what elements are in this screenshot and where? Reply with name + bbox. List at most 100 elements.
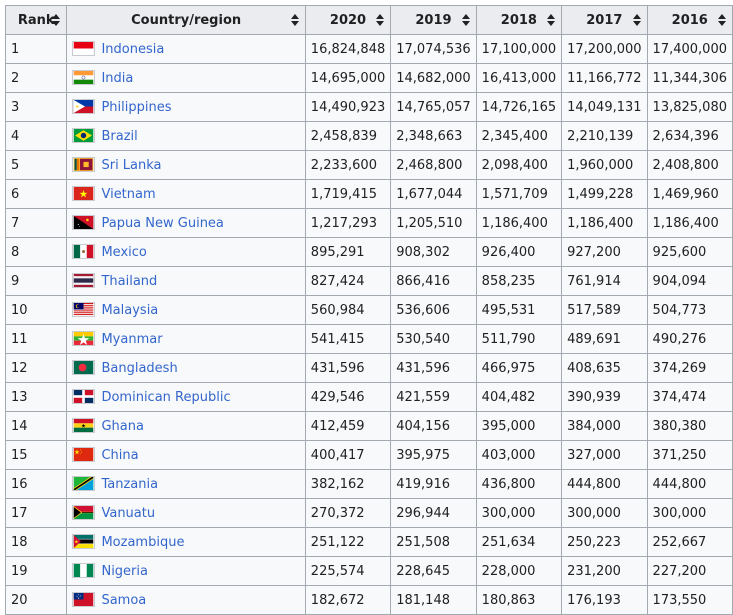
value-2018-cell: 436,800 (475, 469, 563, 499)
rank-cell: 10 (4, 295, 68, 325)
value-2020-cell: 400,417 (304, 440, 392, 470)
production-table: Rank Country/region 2020 2019 2018 2017 … (4, 5, 733, 615)
table-row: 2 India 14,695,000 14,682,000 16,413,000 11,1… (4, 63, 733, 93)
value-2020-cell: 541,415 (304, 324, 392, 354)
country-link[interactable]: Mexico (101, 245, 146, 260)
year-2019-column-header[interactable]: 2019 (390, 5, 477, 35)
value-2016-cell: 1,469,960 (646, 179, 733, 209)
table-row: 3 Philippines 14,490,923 14,765,057 14,726,1… (4, 92, 733, 122)
sort-icon (376, 14, 385, 26)
rank-cell: 8 (4, 237, 68, 267)
value-2019-cell: 17,074,536 (390, 34, 477, 64)
country-link[interactable]: Vietnam (101, 187, 155, 202)
table-row: 11 Myanmar 541,415 530,540 511,790 489,691 490… (4, 324, 733, 354)
country-link[interactable]: Philippines (101, 100, 171, 115)
value-2018-cell: 14,726,165 (475, 92, 563, 122)
rank-cell: 14 (4, 411, 68, 441)
value-2016-cell: 380,380 (646, 411, 733, 441)
country-cell: Samoa (66, 585, 306, 615)
country-cell: Ghana (66, 411, 306, 441)
value-2018-cell: 1,571,709 (475, 179, 563, 209)
country-link[interactable]: Mozambique (101, 535, 184, 550)
country-cell: Mozambique (66, 527, 306, 557)
thailand-flag-icon (72, 273, 96, 288)
country-link[interactable]: Ghana (101, 419, 144, 434)
rank-header-label: Rank (17, 12, 55, 28)
value-2019-cell: 419,916 (390, 469, 477, 499)
value-2019-cell: 866,416 (390, 266, 477, 296)
country-link[interactable]: India (101, 71, 133, 86)
bangladesh-flag-icon (72, 360, 96, 375)
country-link[interactable]: Nigeria (101, 564, 148, 579)
country-cell: Bangladesh (66, 353, 306, 383)
mozambique-flag-icon (72, 534, 96, 549)
value-2018-cell: 16,413,000 (475, 63, 563, 93)
country-cell: Brazil (66, 121, 306, 151)
year-2016-column-header[interactable]: 2016 (646, 5, 733, 35)
country-cell: Thailand (66, 266, 306, 296)
country-link[interactable]: Dominican Republic (101, 390, 230, 405)
mexico-flag-icon (72, 244, 96, 259)
nigeria-flag-icon (72, 563, 96, 578)
value-2017-cell: 517,589 (561, 295, 648, 325)
country-cell: Tanzania (66, 469, 306, 499)
value-2017-cell: 1,186,400 (561, 208, 648, 238)
value-2020-cell: 560,984 (304, 295, 392, 325)
rank-cell: 12 (4, 353, 68, 383)
country-link[interactable]: Thailand (101, 274, 157, 289)
value-2017-cell: 444,800 (561, 469, 648, 499)
country-link[interactable]: Sri Lanka (101, 158, 161, 173)
country-link[interactable]: Tanzania (101, 477, 158, 492)
value-2016-cell: 374,269 (646, 353, 733, 383)
country-column-header[interactable]: Country/region (66, 5, 306, 35)
vanuatu-flag-icon (72, 505, 96, 520)
rank-cell: 19 (4, 556, 68, 586)
year-2018-column-header[interactable]: 2018 (475, 5, 563, 35)
value-2020-cell: 412,459 (304, 411, 392, 441)
rank-cell: 4 (4, 121, 68, 151)
value-2019-cell: 2,468,800 (390, 150, 477, 180)
year-2017-column-header[interactable]: 2017 (561, 5, 648, 35)
country-link[interactable]: China (101, 448, 138, 463)
country-link[interactable]: Indonesia (101, 42, 164, 57)
country-header-label: Country/region (131, 12, 242, 28)
value-2017-cell: 761,914 (561, 266, 648, 296)
value-2020-cell: 251,122 (304, 527, 392, 557)
country-link[interactable]: Samoa (101, 593, 146, 608)
value-2016-cell: 252,667 (646, 527, 733, 557)
brazil-flag-icon (72, 128, 96, 143)
rank-cell: 5 (4, 150, 68, 180)
value-2016-cell: 13,825,080 (646, 92, 733, 122)
value-2019-cell: 296,944 (390, 498, 477, 528)
papua-new-guinea-flag-icon (72, 215, 96, 230)
year-2020-column-header[interactable]: 2020 (304, 5, 392, 35)
country-link[interactable]: Papua New Guinea (101, 216, 223, 231)
value-2017-cell: 250,223 (561, 527, 648, 557)
value-2016-cell: 925,600 (646, 237, 733, 267)
table-row: 10 Malaysia 560,984 536,606 495,531 517,589 50… (4, 295, 733, 325)
value-2016-cell: 173,550 (646, 585, 733, 615)
china-flag-icon (72, 447, 96, 462)
value-2020-cell: 895,291 (304, 237, 392, 267)
value-2020-cell: 431,596 (304, 353, 392, 383)
value-2017-cell: 390,939 (561, 382, 648, 412)
value-2020-cell: 16,824,848 (304, 34, 392, 64)
country-link[interactable]: Brazil (101, 129, 137, 144)
country-link[interactable]: Bangladesh (101, 361, 177, 376)
country-link[interactable]: Vanuatu (101, 506, 155, 521)
table-row: 14 Ghana 412,459 404,156 395,000 384,000 380,3… (4, 411, 733, 441)
country-cell: Dominican Republic (66, 382, 306, 412)
table-row: 17 Vanuatu 270,372 296,944 300,000 300,000 300… (4, 498, 733, 528)
rank-column-header[interactable]: Rank (4, 5, 68, 35)
value-2020-cell: 182,672 (304, 585, 392, 615)
value-2019-cell: 2,348,663 (390, 121, 477, 151)
value-2019-cell: 404,156 (390, 411, 477, 441)
value-2020-cell: 14,490,923 (304, 92, 392, 122)
value-2019-cell: 431,596 (390, 353, 477, 383)
value-2016-cell: 227,200 (646, 556, 733, 586)
country-link[interactable]: Myanmar (101, 332, 162, 347)
value-2018-cell: 2,345,400 (475, 121, 563, 151)
value-2017-cell: 489,691 (561, 324, 648, 354)
country-link[interactable]: Malaysia (101, 303, 158, 318)
value-2018-cell: 466,975 (475, 353, 563, 383)
